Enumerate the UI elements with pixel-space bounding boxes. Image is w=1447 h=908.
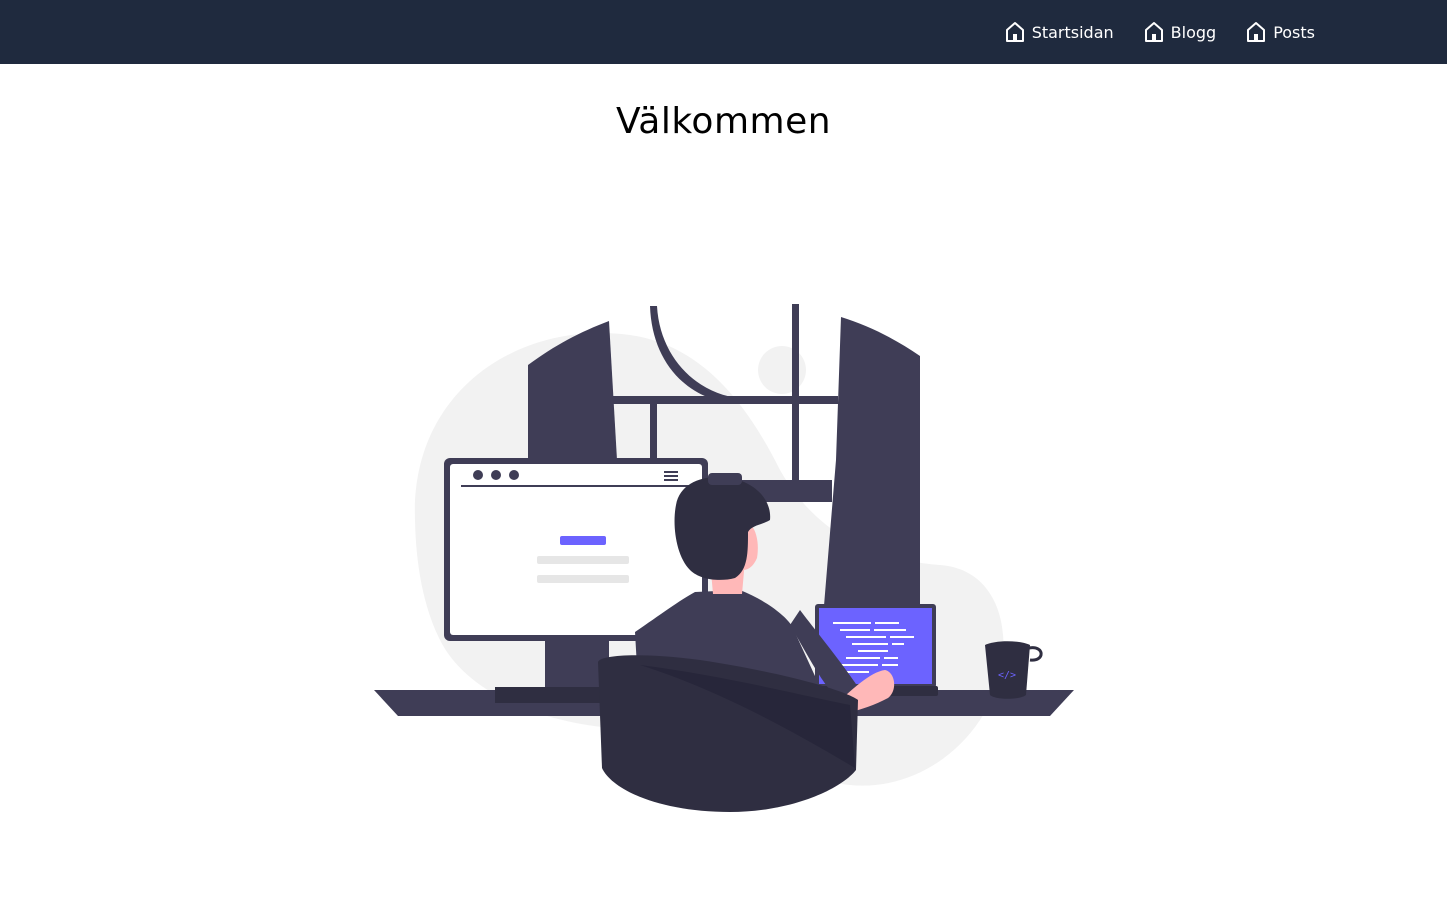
- menu-icon-line: [664, 471, 678, 473]
- screen-text-line: [537, 556, 629, 564]
- home-icon: [1247, 22, 1266, 42]
- window-frame-vertical: [792, 304, 799, 484]
- mug-handle: [1028, 646, 1043, 662]
- menu-icon-line: [664, 479, 678, 481]
- right-pillar: [822, 317, 920, 630]
- page-title: Välkommen: [615, 101, 832, 142]
- top-navbar: Startsidan Blogg Posts: [0, 0, 1447, 64]
- home-icon: [1005, 22, 1024, 42]
- nav-item-label: Blogg: [1170, 22, 1217, 42]
- browser-divider: [461, 485, 690, 487]
- code-icon: </>: [998, 670, 1016, 681]
- nav-item-label: Startsidan: [1031, 22, 1114, 42]
- home-icon: [1144, 22, 1163, 42]
- monitor-screen: [450, 464, 702, 635]
- screen-text-line: [537, 575, 629, 583]
- browser-dot: [509, 470, 519, 480]
- nav-item-startsidan[interactable]: Startsidan: [1005, 21, 1114, 43]
- screen-accent-bar: [560, 536, 606, 545]
- browser-dot: [473, 470, 483, 480]
- browser-dot: [491, 470, 501, 480]
- developer-illustration: </>: [374, 304, 1074, 812]
- menu-icon-line: [664, 475, 678, 477]
- nav-item-posts[interactable]: Posts: [1246, 21, 1315, 43]
- nav-item-label: Posts: [1273, 22, 1315, 42]
- nav-item-blogg[interactable]: Blogg: [1144, 21, 1217, 43]
- hair-bun: [708, 473, 742, 485]
- nav-links: Startsidan Blogg Posts: [1005, 0, 1315, 64]
- window-frame-horizontal: [612, 396, 838, 404]
